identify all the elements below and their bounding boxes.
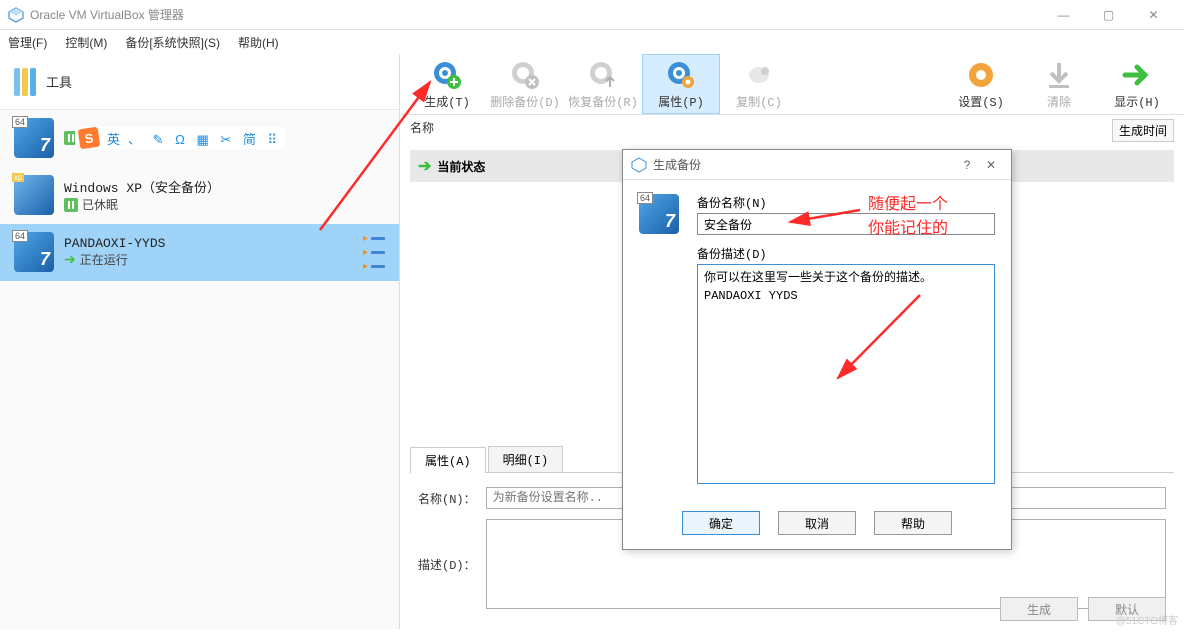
dialog-os-icon: 647 <box>639 194 679 234</box>
toolbar-props[interactable]: 属性(P) <box>642 54 720 114</box>
vm-os-icon: 647 <box>14 118 54 158</box>
menu-backup[interactable]: 备份[系统快照](S) <box>125 34 220 51</box>
camera-x-icon <box>509 59 541 91</box>
vm-os-icon: xp <box>14 175 54 215</box>
backup-desc-textarea[interactable]: 你可以在这里写一些关于这个备份的描述。 PANDAOXI YYDS <box>697 264 995 484</box>
backup-name-label: 备份名称(N) <box>697 194 995 211</box>
down-arrow-icon <box>1043 59 1075 91</box>
col-name[interactable]: 名称 <box>410 119 1112 142</box>
sheep-icon <box>743 59 775 91</box>
tools-icon <box>14 68 36 96</box>
ime-lang[interactable]: 英 <box>107 129 120 148</box>
menu-control[interactable]: 控制(M) <box>65 34 107 51</box>
vm-item-2[interactable]: 647 PANDAOXI-YYDS ➔正在运行 ▸ ▸ ▸ <box>0 224 399 281</box>
sogou-icon: S <box>78 127 101 150</box>
toolbar-create[interactable]: 生成(T) <box>408 54 486 114</box>
camera-up-icon <box>587 59 619 91</box>
menu-file[interactable]: 管理(F) <box>8 34 47 51</box>
create-backup-dialog: 生成备份 ? ✕ 647 备份名称(N) 备份描述(D) 你可以在这里写一些关于… <box>622 149 1012 550</box>
backup-name-input[interactable] <box>697 213 995 235</box>
dialog-close-button[interactable]: ✕ <box>979 158 1003 172</box>
vm-item-1[interactable]: xp Windows XP（安全备份） 已休眠 <box>0 167 399 224</box>
toolbar-restore[interactable]: 恢复备份(R) <box>564 54 642 114</box>
ime-icons[interactable]: 、 ✎ Ω ▦ ✂ 简 ⠿ <box>128 129 281 148</box>
dialog-title: 生成备份 <box>653 156 701 173</box>
tools-label: 工具 <box>46 72 72 91</box>
minimize-button[interactable]: — <box>1041 0 1086 30</box>
cancel-button[interactable]: 取消 <box>778 511 856 535</box>
dialog-help-button[interactable]: ? <box>955 158 979 172</box>
camera-gear-icon <box>665 59 697 91</box>
toolbar: 生成(T) 删除备份(D) 恢复备份(R) 属性(P) 复制(C) 设置(S <box>400 54 1184 115</box>
close-button[interactable]: ✕ <box>1131 0 1176 30</box>
vm-name: PANDAOXI-YYDS <box>64 236 165 251</box>
generate-button[interactable]: 生成 <box>1000 597 1078 621</box>
menubar: 管理(F) 控制(M) 备份[系统快照](S) 帮助(H) <box>0 30 1184 54</box>
arrow-icon: ➔ <box>418 156 431 176</box>
window-titlebar: Oracle VM VirtualBox 管理器 — ▢ ✕ <box>0 0 1184 30</box>
backup-desc-label: 备份描述(D) <box>697 245 995 262</box>
column-headers: 名称 生成时间 <box>400 115 1184 146</box>
toolbar-delete[interactable]: 删除备份(D) <box>486 54 564 114</box>
vm-name: Windows XP（安全备份） <box>64 177 220 196</box>
toolbar-settings[interactable]: 设置(S) <box>942 54 1020 114</box>
right-arrow-icon <box>1121 59 1153 91</box>
window-title: Oracle VM VirtualBox 管理器 <box>30 6 1041 23</box>
col-time[interactable]: 生成时间 <box>1112 119 1174 142</box>
tools-row[interactable]: 工具 <box>0 54 399 110</box>
camera-plus-icon <box>431 59 463 91</box>
desc-label: 描述(D)： <box>418 556 476 573</box>
name-label: 名称(N)： <box>418 490 476 507</box>
toolbar-copy[interactable]: 复制(C) <box>720 54 798 114</box>
help-button[interactable]: 帮助 <box>874 511 952 535</box>
menu-help[interactable]: 帮助(H) <box>238 34 279 51</box>
tab-detail[interactable]: 明细(I) <box>488 446 564 472</box>
vm-os-icon: 647 <box>14 232 54 272</box>
running-icon: ➔ <box>64 251 76 268</box>
app-icon <box>8 7 24 23</box>
toolbar-show[interactable]: 显示(H) <box>1098 54 1176 114</box>
gear-icon <box>965 59 997 91</box>
ok-button[interactable]: 确定 <box>682 511 760 535</box>
dialog-titlebar: 生成备份 ? ✕ <box>623 150 1011 180</box>
dialog-icon <box>631 157 647 173</box>
toolbar-clear[interactable]: 清除 <box>1020 54 1098 114</box>
tab-props[interactable]: 属性(A) <box>410 447 486 473</box>
vm-menu-button[interactable]: ▸ ▸ ▸ <box>363 233 385 272</box>
watermark: @51CTO博客 <box>1116 612 1178 627</box>
paused-icon <box>64 198 78 212</box>
maximize-button[interactable]: ▢ <box>1086 0 1131 30</box>
ime-toolbar[interactable]: S 英 、 ✎ Ω ▦ ✂ 简 ⠿ <box>75 127 285 149</box>
